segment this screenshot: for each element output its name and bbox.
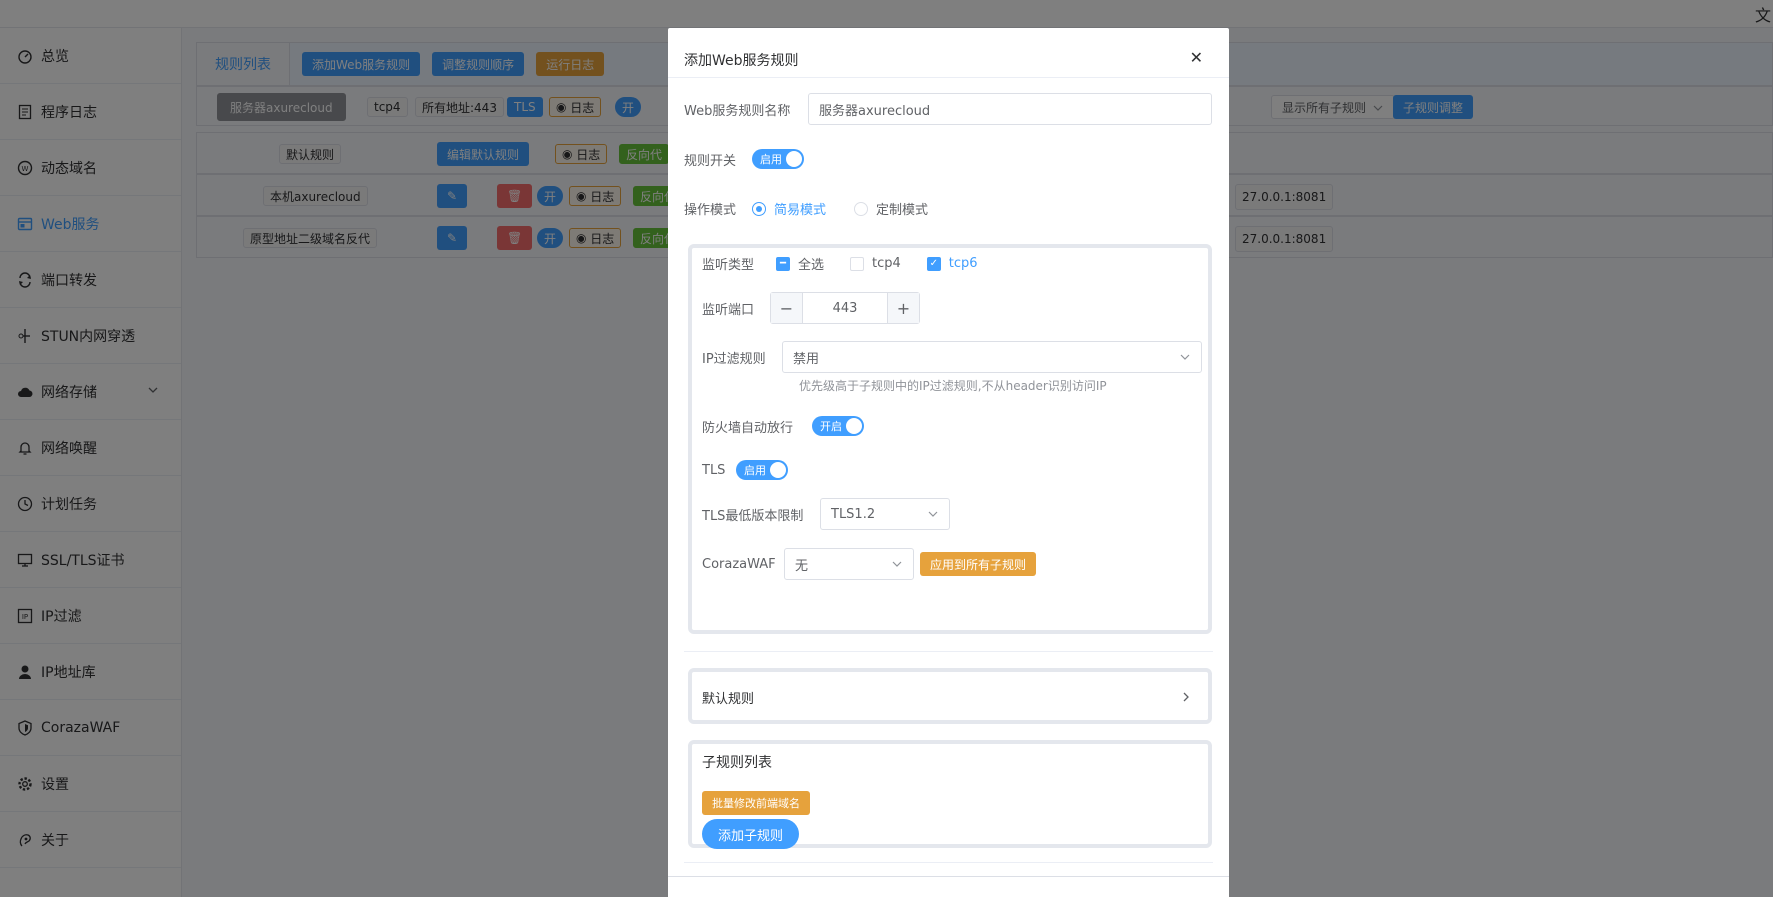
divider	[684, 862, 1213, 863]
batch-edit-domain-button[interactable]: 批量修改前端域名	[702, 791, 810, 815]
rule-switch-label: 规则开关	[684, 153, 737, 169]
tcp6-checkbox[interactable]: ✓ tcp6	[926, 256, 978, 271]
firewall-row: 防火墙自动放行 开启	[702, 416, 864, 436]
listen-type-row: 监听类型 ━ 全选 tcp4 ✓ tcp6	[702, 254, 1004, 273]
default-rule-label: 默认规则	[702, 692, 755, 707]
tcp4-checkbox[interactable]: tcp4	[850, 256, 901, 271]
listen-settings-card: 监听类型 ━ 全选 tcp4 ✓ tcp6 监听端口 − 443 + IP过滤规则 …	[688, 244, 1212, 634]
rule-switch-row: 规则开关 启用	[684, 149, 804, 169]
chevron-down-icon	[928, 511, 938, 517]
tls-min-version-row: TLS最低版本限制 TLS1.2	[702, 498, 950, 530]
listen-port-row: 监听端口 − 443 +	[702, 292, 920, 324]
chevron-down-icon	[1180, 354, 1190, 360]
dialog-title: 添加Web服务规则	[684, 53, 799, 69]
divider	[684, 651, 1213, 652]
switch-knob	[786, 151, 802, 167]
sub-rule-list-card: 子规则列表 批量修改前端域名 添加子规则	[688, 740, 1212, 849]
ip-filter-row: IP过滤规则 禁用	[702, 341, 1202, 373]
close-icon[interactable]: ✕	[1190, 48, 1203, 67]
indeterminate-icon: ━	[776, 256, 790, 271]
dialog-header: 添加Web服务规则 ✕	[668, 28, 1229, 78]
add-web-rule-dialog: 添加Web服务规则 ✕ Web服务规则名称 规则开关 启用 操作模式 简易模式 …	[668, 28, 1229, 897]
rule-enable-switch[interactable]: 启用	[752, 149, 804, 169]
firewall-label: 防火墙自动放行	[702, 420, 794, 436]
chevron-down-icon	[892, 561, 902, 567]
listen-port-value[interactable]: 443	[803, 293, 887, 323]
waf-label: CorazaWAF	[702, 556, 776, 572]
mode-custom-radio[interactable]: 定制模式	[854, 199, 928, 218]
ip-filter-label: IP过滤规则	[702, 351, 766, 367]
rule-name-input[interactable]	[808, 93, 1212, 125]
switch-knob	[770, 462, 786, 478]
apply-waf-all-button[interactable]: 应用到所有子规则	[920, 552, 1037, 576]
minus-icon[interactable]: −	[771, 293, 803, 323]
select-all-checkbox[interactable]: ━ 全选	[776, 254, 824, 273]
radio-dot	[854, 201, 869, 216]
switch-knob	[846, 418, 862, 434]
ip-filter-select[interactable]: 禁用	[782, 341, 1202, 373]
dialog-footer-border	[668, 876, 1229, 877]
sub-rule-list-title: 子规则列表	[702, 755, 772, 771]
tls-label: TLS	[702, 462, 726, 478]
check-icon: ✓	[926, 256, 941, 271]
ip-filter-hint: 优先级高于子规则中的IP过滤规则,不从header识别访问IP	[799, 379, 1107, 393]
tls-row: TLS 启用	[702, 460, 788, 480]
mode-simple-radio[interactable]: 简易模式	[752, 199, 826, 218]
rule-name-label: Web服务规则名称	[684, 103, 791, 119]
mode-label: 操作模式	[684, 203, 737, 218]
firewall-switch[interactable]: 开启	[812, 416, 864, 436]
waf-select[interactable]: 无	[784, 548, 914, 580]
listen-port-label: 监听端口	[702, 302, 755, 318]
tls-min-version-label: TLS最低版本限制	[702, 508, 804, 524]
tls-switch[interactable]: 启用	[736, 460, 788, 480]
waf-row: CorazaWAF 无 应用到所有子规则	[702, 548, 1037, 580]
mode-row: 操作模式 简易模式 定制模式	[684, 199, 956, 218]
listen-port-stepper: − 443 +	[770, 292, 920, 324]
default-rule-card[interactable]: 默认规则	[688, 668, 1212, 724]
chevron-right-icon	[1183, 692, 1189, 702]
tls-min-version-select[interactable]: TLS1.2	[820, 498, 950, 530]
add-sub-rule-button[interactable]: 添加子规则	[702, 819, 800, 849]
plus-icon[interactable]: +	[887, 293, 919, 323]
listen-type-label: 监听类型	[702, 258, 755, 273]
rule-name-row: Web服务规则名称	[684, 93, 1212, 125]
radio-dot	[752, 201, 766, 216]
